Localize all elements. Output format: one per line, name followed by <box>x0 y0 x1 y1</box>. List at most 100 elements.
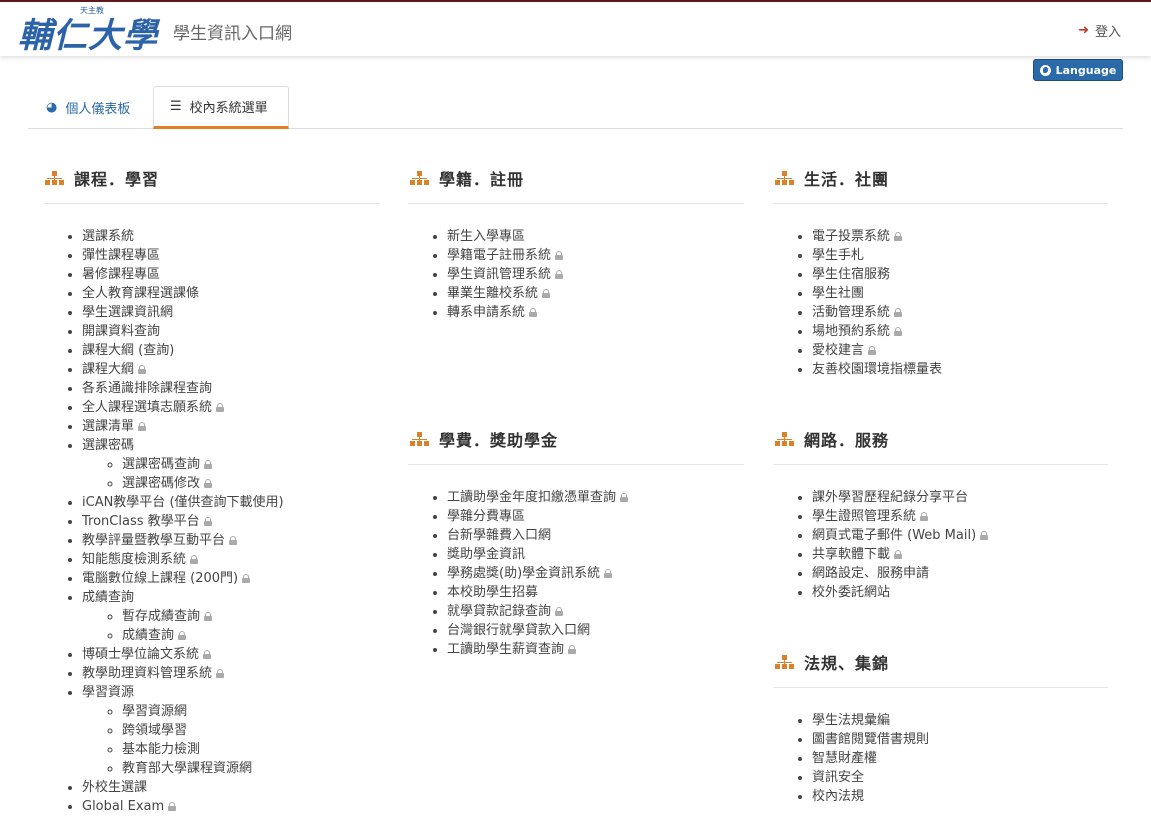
link-text[interactable]: 台新學雜費入口網 <box>447 528 551 543</box>
link-text[interactable]: 電子投票系統 <box>812 229 890 244</box>
list-item[interactable]: 學雜分費專區 <box>447 507 744 526</box>
link-text[interactable]: 學習資源 <box>82 685 134 700</box>
link-text[interactable]: 就學貸款記錄查詢 <box>447 604 551 619</box>
list-item[interactable]: 圖書館閱覽借書規則 <box>812 730 1108 749</box>
link-text[interactable]: 學生選課資訊網 <box>82 305 173 320</box>
list-item[interactable]: 開課資料查詢 <box>82 322 380 341</box>
list-item[interactable]: 學務處獎(助)學金資訊系統 <box>447 564 744 583</box>
link-text[interactable]: 轉系申請系統 <box>447 305 525 320</box>
list-item[interactable]: 台灣銀行就學貸款入口網 <box>447 621 744 640</box>
link-text[interactable]: 知能態度檢測系統 <box>82 552 186 567</box>
link-text[interactable]: 活動管理系統 <box>812 305 890 320</box>
link-text[interactable]: 基本能力檢測 <box>122 742 200 757</box>
link-text[interactable]: 跨領域學習 <box>122 723 187 738</box>
link-text[interactable]: 選課密碼 <box>82 438 134 453</box>
tab-system-menu[interactable]: ☰ 校內系統選單 <box>153 86 289 129</box>
list-item[interactable]: iCAN教學平台 (僅供查詢下載使用) <box>82 493 380 512</box>
link-text[interactable]: 學籍電子註冊系統 <box>447 248 551 263</box>
list-item[interactable]: 轉系申請系統 <box>447 303 744 322</box>
list-item[interactable]: 活動管理系統 <box>812 303 1108 322</box>
list-item[interactable]: 暑修課程專區 <box>82 265 380 284</box>
link-text[interactable]: 網路設定、服務申請 <box>812 566 929 581</box>
link-text[interactable]: 學生法規彙編 <box>812 713 890 728</box>
link-text[interactable]: 學生社團 <box>812 286 864 301</box>
link-text[interactable]: 學雜分費專區 <box>447 509 525 524</box>
link-text[interactable]: 選課密碼查詢 <box>122 457 200 472</box>
link-text[interactable]: 校外委託網站 <box>812 585 890 600</box>
link-text[interactable]: 教學助理資料管理系統 <box>82 666 212 681</box>
list-item[interactable]: 電子投票系統 <box>812 227 1108 246</box>
list-item[interactable]: 教學助理資料管理系統 <box>82 664 380 683</box>
list-item[interactable]: 學生住宿服務 <box>812 265 1108 284</box>
sub-list-item[interactable]: 學習資源網 <box>122 702 380 721</box>
list-item[interactable]: 就學貸款記錄查詢 <box>447 602 744 621</box>
login-link[interactable]: ➜ 登入 <box>1078 21 1121 40</box>
link-text[interactable]: Global Exam <box>82 799 164 814</box>
sub-list-item[interactable]: 跨領域學習 <box>122 721 380 740</box>
sub-list-item[interactable]: 教育部大學課程資源網 <box>122 759 380 778</box>
list-item[interactable]: 全人課程選填志願系統 <box>82 398 380 417</box>
link-text[interactable]: 外校生選課 <box>82 780 147 795</box>
sub-list-item[interactable]: 選課密碼修改 <box>122 474 380 493</box>
link-text[interactable]: 友善校園環境指標量表 <box>812 362 942 377</box>
link-text[interactable]: 成績查詢 <box>82 590 134 605</box>
list-item[interactable]: 知能態度檢測系統 <box>82 550 380 569</box>
link-text[interactable]: 獎助學金資訊 <box>447 547 525 562</box>
list-item[interactable]: 彈性課程專區 <box>82 246 380 265</box>
list-item[interactable]: 教學評量暨教學互動平台 <box>82 531 380 550</box>
list-item[interactable]: 課程大綱 (查詢) <box>82 341 380 360</box>
link-text[interactable]: 選課清單 <box>82 419 134 434</box>
list-item[interactable]: 場地預約系統 <box>812 322 1108 341</box>
link-text[interactable]: 學生證照管理系統 <box>812 509 916 524</box>
link-text[interactable]: 選課系統 <box>82 229 134 244</box>
link-text[interactable]: 電腦數位線上課程 (200門) <box>82 571 238 586</box>
sub-list-item[interactable]: 基本能力檢測 <box>122 740 380 759</box>
list-item[interactable]: 學生社團 <box>812 284 1108 303</box>
list-item[interactable]: 學生資訊管理系統 <box>447 265 744 284</box>
list-item[interactable]: 課外學習歷程紀錄分享平台 <box>812 488 1108 507</box>
link-text[interactable]: 畢業生離校系統 <box>447 286 538 301</box>
sub-list-item[interactable]: 暫存成績查詢 <box>122 607 380 626</box>
link-text[interactable]: 本校助學生招募 <box>447 585 538 600</box>
link-text[interactable]: 暫存成績查詢 <box>122 609 200 624</box>
list-item[interactable]: 選課系統 <box>82 227 380 246</box>
list-item[interactable]: 電腦數位線上課程 (200門) <box>82 569 380 588</box>
list-item[interactable]: 共享軟體下載 <box>812 545 1108 564</box>
link-text[interactable]: 圖書館閱覽借書規則 <box>812 732 929 747</box>
list-item[interactable]: 學習資源學習資源網跨領域學習基本能力檢測教育部大學課程資源網 <box>82 683 380 778</box>
link-text[interactable]: 學務處獎(助)學金資訊系統 <box>447 566 600 581</box>
list-item[interactable]: 工讀助學生薪資查詢 <box>447 640 744 659</box>
list-item[interactable]: 各系通識排除課程查詢 <box>82 379 380 398</box>
list-item[interactable]: 博碩士學位論文系統 <box>82 645 380 664</box>
link-text[interactable]: 成績查詢 <box>122 628 174 643</box>
link-text[interactable]: 彈性課程專區 <box>82 248 160 263</box>
link-text[interactable]: 工讀助學金年度扣繳憑單查詢 <box>447 490 616 505</box>
list-item[interactable]: 網路設定、服務申請 <box>812 564 1108 583</box>
link-text[interactable]: 博碩士學位論文系統 <box>82 647 199 662</box>
list-item[interactable]: 畢業生離校系統 <box>447 284 744 303</box>
list-item[interactable]: 全人教育課程選課條 <box>82 284 380 303</box>
list-item[interactable]: 學生選課資訊網 <box>82 303 380 322</box>
list-item[interactable]: 本校助學生招募 <box>447 583 744 602</box>
sub-list-item[interactable]: 成績查詢 <box>122 626 380 645</box>
link-text[interactable]: 課外學習歷程紀錄分享平台 <box>812 490 968 505</box>
list-item[interactable]: 學生證照管理系統 <box>812 507 1108 526</box>
list-item[interactable]: 選課清單 <box>82 417 380 436</box>
link-text[interactable]: 資訊安全 <box>812 770 864 785</box>
list-item[interactable]: 外校生選課 <box>82 778 380 797</box>
list-item[interactable]: 校外委託網站 <box>812 583 1108 602</box>
list-item[interactable]: 資訊安全 <box>812 768 1108 787</box>
link-text[interactable]: 共享軟體下載 <box>812 547 890 562</box>
link-text[interactable]: 開課資料查詢 <box>82 324 160 339</box>
list-item[interactable]: 愛校建言 <box>812 341 1108 360</box>
list-item[interactable]: 學籍電子註冊系統 <box>447 246 744 265</box>
link-text[interactable]: 場地預約系統 <box>812 324 890 339</box>
list-item[interactable]: 選課密碼選課密碼查詢選課密碼修改 <box>82 436 380 493</box>
link-text[interactable]: 工讀助學生薪資查詢 <box>447 642 564 657</box>
link-text[interactable]: 全人教育課程選課條 <box>82 286 199 301</box>
list-item[interactable]: 新生入學專區 <box>447 227 744 246</box>
list-item[interactable]: 網頁式電子郵件 (Web Mail) <box>812 526 1108 545</box>
list-item[interactable]: TronClass 教學平台 <box>82 512 380 531</box>
list-item[interactable]: 獎助學金資訊 <box>447 545 744 564</box>
language-button[interactable]: Language <box>1033 59 1123 81</box>
